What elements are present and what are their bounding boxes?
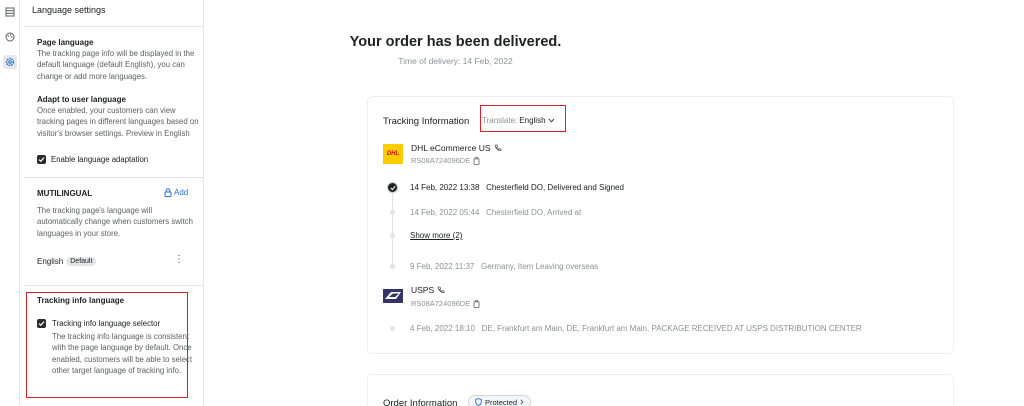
adapt-language-title: Adapt to user language	[37, 95, 126, 104]
carrier-name-text: DHL eCommerce US	[411, 143, 491, 153]
dhl-logo: DHL	[383, 144, 403, 164]
usps-logo	[383, 286, 403, 306]
event-desc: Chesterfield DO, Delivered and Signed	[486, 183, 624, 192]
protected-label: Protected	[485, 397, 518, 406]
enable-adaptation-label: Enable language adaptation	[51, 155, 149, 164]
divider	[24, 177, 203, 178]
language-row: English Default	[37, 257, 97, 266]
event-time: 9 Feb, 2022 11:37	[410, 262, 475, 271]
tracking-number: RS08A724096DE	[411, 299, 480, 308]
lock-icon	[164, 188, 172, 197]
tracking-number: RS08A724096DE	[411, 156, 480, 165]
event-row: 9 Feb, 2022 11:37 Germany, Item Leaving …	[410, 262, 598, 271]
timeline-line	[392, 193, 393, 266]
panel-title: Language settings	[32, 5, 106, 15]
order-info-title: Order Information	[383, 398, 458, 406]
adapt-language-text: Once enabled, your customers can view tr…	[37, 106, 199, 138]
multilingual-text: The tracking page's language will automa…	[37, 206, 194, 238]
timeline-dot	[390, 210, 395, 215]
tracking-card	[367, 96, 954, 354]
more-options-icon[interactable]: ⋮	[174, 255, 184, 265]
event-time: 14 Feb, 2022 05:44	[410, 208, 480, 217]
copy-icon[interactable]	[473, 299, 480, 308]
timeline-dot	[390, 326, 395, 331]
highlight-box	[480, 105, 566, 132]
add-language-button[interactable]: Add	[164, 188, 188, 197]
event-desc: Chesterfield DO, Arrived at	[486, 208, 582, 217]
show-more-link[interactable]: Show more (2)	[410, 231, 462, 240]
multilingual-title: MUTILINGUAL	[37, 189, 93, 198]
timeline-dot	[390, 264, 395, 269]
phone-icon[interactable]	[437, 286, 445, 294]
delivery-time: Time of delivery: 14 Feb, 2022	[398, 56, 513, 66]
shield-icon	[475, 398, 482, 406]
language-name: English	[37, 257, 64, 266]
protected-badge[interactable]: Protected	[468, 395, 532, 406]
page-title: Your order has been delivered.	[349, 34, 562, 50]
delivered-check-icon	[387, 182, 398, 193]
event-desc: DE, Frankfurt am Main, DE, Frankfurt am …	[481, 324, 862, 333]
event-row: 14 Feb, 2022 05:44 Chesterfield DO, Arri…	[410, 208, 581, 217]
carrier-name: USPS	[411, 285, 445, 295]
event-row: 14 Feb, 2022 13:38 Chesterfield DO, Deli…	[410, 183, 624, 192]
event-time: 4 Feb, 2022 18:10	[410, 324, 475, 333]
highlight-box	[26, 292, 188, 398]
enable-adaptation-checkbox[interactable]	[37, 155, 46, 164]
carrier-name: DHL eCommerce US	[411, 143, 502, 153]
chevron-right-icon	[520, 399, 524, 405]
copy-icon[interactable]	[473, 156, 480, 165]
phone-icon[interactable]	[494, 144, 502, 152]
timeline-dot	[390, 233, 395, 238]
add-language-label: Add	[174, 188, 189, 197]
tracking-number-text: RS08A724096DE	[411, 156, 471, 165]
divider	[24, 285, 203, 286]
divider	[24, 26, 203, 27]
default-badge: Default	[66, 257, 97, 266]
event-row: 4 Feb, 2022 18:10 DE, Frankfurt am Main,…	[410, 324, 862, 333]
event-desc: Germany, Item Leaving overseas	[481, 262, 599, 271]
event-time: 14 Feb, 2022 13:38	[410, 183, 480, 192]
tracking-number-text: RS08A724096DE	[411, 299, 471, 308]
list-icon[interactable]	[3, 5, 17, 19]
carrier-name-text: USPS	[411, 285, 435, 295]
tracking-info-title: Tracking Information	[383, 116, 470, 127]
